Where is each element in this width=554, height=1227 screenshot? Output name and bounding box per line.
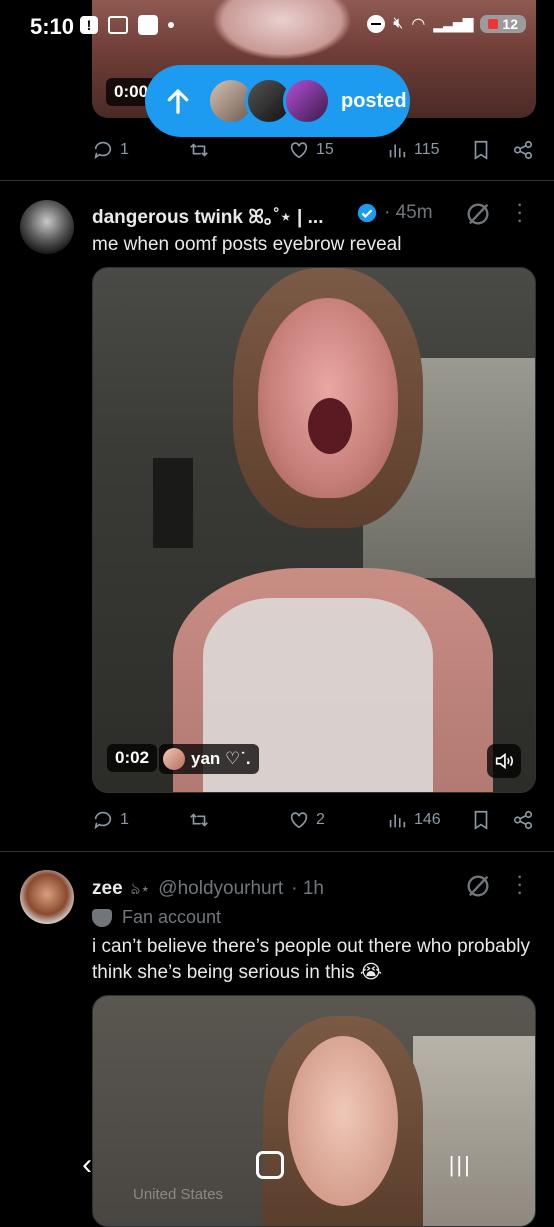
retweet-icon (190, 813, 208, 827)
post-header: dangerous twink ꕤ｡˚⋆ | ... (92, 202, 323, 229)
grok-icon[interactable] (464, 872, 492, 900)
background-window (153, 458, 193, 548)
post-actions: 1 2 146 (92, 807, 538, 837)
arrow-up-icon (167, 89, 189, 114)
retweet-icon (190, 143, 208, 157)
battery-icon: 12 (480, 15, 526, 33)
pill-label: posted (341, 89, 407, 112)
volume-icon (495, 752, 513, 770)
verified-icon (357, 203, 377, 223)
post-time[interactable]: · 45m (384, 202, 433, 224)
views-button[interactable]: 115 (386, 139, 440, 161)
verified-badge (356, 202, 378, 229)
back-icon[interactable]: ‹ (82, 1148, 92, 1182)
post-video[interactable]: 0:02 yan ♡˙. (92, 267, 536, 793)
video-timestamp: 0:02 (107, 744, 158, 772)
reply-button[interactable]: 1 (92, 139, 129, 161)
avatar[interactable] (20, 870, 74, 924)
status-time: 5:10 (30, 14, 75, 39)
video-user: yan ♡˙. (191, 749, 251, 768)
avatar (163, 748, 185, 770)
share-icon (513, 140, 533, 160)
like-button[interactable]: 2 (288, 809, 325, 831)
more-icon[interactable]: · · · (516, 865, 523, 903)
video-attribution[interactable]: yan ♡˙. (159, 744, 259, 774)
display-name[interactable]: dangerous twink ꕤ｡˚⋆ | ... (92, 207, 323, 228)
bookmark-button[interactable] (470, 139, 492, 161)
dot-icon (168, 22, 174, 28)
post-actions: 1 15 115 (92, 137, 538, 167)
retweet-button[interactable] (188, 139, 210, 161)
display-name[interactable]: zee (92, 878, 123, 900)
divider (0, 851, 554, 852)
views-button[interactable]: 146 (386, 809, 441, 831)
like-button[interactable]: 15 (288, 139, 334, 161)
reply-icon (94, 141, 112, 160)
heart-icon (290, 142, 308, 159)
views-icon (389, 814, 406, 828)
mouth-shape (308, 398, 352, 454)
heart-icon (290, 812, 308, 829)
post-text: me when oomf posts eyebrow reveal (92, 234, 402, 255)
system-nav-bar: ‹ ||| (0, 1130, 554, 1200)
views-icon (389, 144, 406, 158)
share-button[interactable] (512, 809, 534, 831)
reply-button[interactable]: 1 (92, 809, 129, 831)
more-icon[interactable]: · · · (516, 193, 523, 231)
post-text: i can’t believe there’s people out there… (92, 936, 530, 983)
share-button[interactable] (512, 139, 534, 161)
post-time[interactable]: · 1h (291, 878, 324, 900)
share-icon (513, 810, 533, 830)
post-header: zee ঌ⋆ @holdyourhurt · 1h (92, 876, 324, 903)
bookmark-icon (474, 140, 488, 160)
handle[interactable]: @holdyourhurt (158, 878, 283, 900)
screenshot-icon (108, 16, 128, 34)
fan-account-label: Fan account (92, 907, 221, 928)
grok-icon[interactable] (464, 200, 492, 228)
volume-button[interactable] (487, 744, 521, 778)
mask-icon (92, 908, 112, 927)
signal-icon: ▂▃▅▇ (433, 15, 473, 32)
home-icon[interactable] (256, 1151, 285, 1179)
reply-icon (94, 811, 112, 830)
recents-icon[interactable]: ||| (449, 1152, 472, 1178)
divider (0, 180, 554, 181)
alert-icon: ! (80, 16, 98, 34)
bookmark-icon (474, 810, 488, 830)
retweet-button[interactable] (188, 809, 210, 831)
new-posts-pill[interactable]: posted (145, 65, 410, 137)
bookmark-button[interactable] (470, 809, 492, 831)
name-decoration: ঌ⋆ (130, 881, 151, 898)
instagram-icon (138, 15, 158, 35)
avatar (283, 77, 331, 125)
wifi-icon: ◠ (411, 16, 426, 33)
avatar[interactable] (20, 200, 74, 254)
mute-icon: 🔇︎ (393, 15, 404, 32)
status-bar: 5:10 ! 🔇︎ ◠ ▂▃▅▇ 12 (0, 0, 554, 56)
dnd-icon (367, 15, 386, 33)
